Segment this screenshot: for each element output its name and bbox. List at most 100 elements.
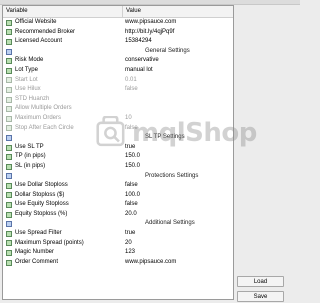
table-header: Variable Value — [3, 6, 233, 18]
section-separator-protections-settings[interactable]: Protections Settings — [3, 172, 233, 182]
parameter-label: Use Equity Stoploss — [15, 201, 69, 208]
param-row-std-huanzh[interactable]: STD Huanzh — [3, 95, 233, 105]
param-row-risk-mode[interactable]: Risk Mode conservative — [3, 56, 233, 66]
variable-cell: Use Spread Filter — [3, 229, 123, 239]
input-parameter-icon — [6, 106, 12, 113]
param-row-dollar-stoploss[interactable]: Dollar Stoploss ($) 100.0 — [3, 191, 233, 201]
column-header-variable[interactable]: Variable — [3, 6, 123, 17]
variable-cell: Lot Type — [3, 66, 123, 76]
variable-cell: Maximum Spread (points) — [3, 239, 123, 249]
column-header-value[interactable]: Value — [123, 6, 233, 17]
parameter-value[interactable]: manual lot — [123, 66, 233, 76]
save-button[interactable]: Save — [237, 291, 284, 302]
param-row-allow-multiple-orders[interactable]: Allow Multiple Orders — [3, 104, 233, 114]
parameter-label: SL (in pips) — [15, 162, 46, 169]
parameter-label: Use SL TP — [15, 143, 44, 150]
variable-cell: Official Website — [3, 18, 123, 28]
parameter-value[interactable]: 123 — [123, 248, 233, 258]
parameter-value[interactable]: false — [123, 200, 233, 210]
parameter-value[interactable] — [123, 104, 233, 114]
parameter-value[interactable]: true — [123, 143, 233, 153]
inputs-table: Variable Value Official Website www.pipsa… — [2, 5, 234, 300]
param-row-recommended-broker[interactable]: Recommended Broker http://bit.ly/4qjPq9f — [3, 28, 233, 38]
param-row-licensed-account[interactable]: Licensed Account 15384294 — [3, 37, 233, 47]
parameter-value[interactable]: 15384294 — [123, 37, 233, 47]
parameter-label: Licensed Account — [15, 38, 63, 45]
separator-icon — [6, 48, 12, 55]
param-row-official-website[interactable]: Official Website www.pipsauce.com — [3, 18, 233, 28]
parameter-value[interactable]: 20.0 — [123, 210, 233, 220]
variable-cell: Magic Number — [3, 248, 123, 258]
parameter-label: Risk Mode — [15, 57, 44, 64]
parameter-label: Dollar Stoploss ($) — [15, 191, 65, 198]
variable-cell: Licensed Account — [3, 37, 123, 47]
parameter-value[interactable] — [123, 95, 233, 105]
parameter-value[interactable]: false — [123, 181, 233, 191]
param-row-tp-in-pips[interactable]: TP (in pips) 150.0 — [3, 152, 233, 162]
parameter-value[interactable]: 0.01 — [123, 76, 233, 86]
input-parameter-icon — [6, 115, 12, 122]
input-parameter-icon — [6, 96, 12, 103]
input-parameter-icon — [6, 250, 12, 257]
separator-icon — [6, 134, 12, 141]
param-row-sl-in-pips[interactable]: SL (in pips) 150.0 — [3, 162, 233, 172]
parameter-value[interactable]: false — [123, 85, 233, 95]
input-parameter-icon — [6, 58, 12, 65]
variable-cell: Order Comment — [3, 258, 123, 268]
variable-cell: Use Dollar Stoploss — [3, 181, 123, 191]
variable-cell — [3, 219, 123, 229]
variable-cell: Start Lot — [3, 76, 123, 86]
input-parameter-icon — [6, 29, 12, 36]
input-parameter-icon — [6, 77, 12, 84]
param-row-magic-number[interactable]: Magic Number 123 — [3, 248, 233, 258]
parameter-label: Magic Number — [15, 249, 55, 256]
variable-cell: Risk Mode — [3, 56, 123, 66]
variable-cell: Stop After Each Circle — [3, 124, 123, 134]
param-row-use-equity-stoploss[interactable]: Use Equity Stoploss false — [3, 200, 233, 210]
param-row-use-spread-filter[interactable]: Use Spread Filter true — [3, 229, 233, 239]
section-separator-additional-settings[interactable]: Additional Settings — [3, 219, 233, 229]
input-parameter-icon — [6, 192, 12, 199]
parameter-value[interactable]: http://bit.ly/4qjPq9f — [123, 28, 233, 38]
parameter-value[interactable]: false — [123, 124, 233, 134]
input-parameter-icon — [6, 202, 12, 209]
parameter-value[interactable]: 150.0 — [123, 162, 233, 172]
parameter-label: STD Huanzh — [15, 95, 50, 102]
load-button[interactable]: Load — [237, 276, 284, 287]
variable-cell: Dollar Stoploss ($) — [3, 191, 123, 201]
separator-title: Additional Settings — [145, 220, 195, 227]
parameter-label: Stop After Each Circle — [15, 124, 74, 131]
input-parameter-icon — [6, 19, 12, 26]
param-row-maximum-spread-points[interactable]: Maximum Spread (points) 20 — [3, 239, 233, 249]
parameter-label: Allow Multiple Orders — [15, 105, 72, 112]
parameter-label: Order Comment — [15, 258, 59, 265]
param-row-stop-after-each-circle[interactable]: Stop After Each Circle false — [3, 124, 233, 134]
parameter-value[interactable]: 150.0 — [123, 152, 233, 162]
parameter-label: Official Website — [15, 19, 57, 25]
input-parameter-icon — [6, 230, 12, 237]
input-parameter-icon — [6, 163, 12, 170]
separator-icon — [6, 173, 12, 180]
param-row-use-hilux[interactable]: Use Hilux false — [3, 85, 233, 95]
parameter-label: TP (in pips) — [15, 153, 46, 160]
parameter-value[interactable]: www.pipsauce.com — [123, 18, 233, 28]
section-separator-sl-tp-settings[interactable]: SL TP Settings — [3, 133, 233, 143]
param-row-order-comment[interactable]: Order Comment www.pipsauce.com — [3, 258, 233, 268]
param-row-use-dollar-stoploss[interactable]: Use Dollar Stoploss false — [3, 181, 233, 191]
input-parameter-icon — [6, 154, 12, 161]
section-separator-general-settings[interactable]: General Settings — [3, 47, 233, 57]
param-row-start-lot[interactable]: Start Lot 0.01 — [3, 76, 233, 86]
parameter-label: Use Hilux — [15, 86, 41, 93]
parameter-value[interactable]: 10 — [123, 114, 233, 124]
param-row-lot-type[interactable]: Lot Type manual lot — [3, 66, 233, 76]
parameter-value[interactable]: 20 — [123, 239, 233, 249]
param-row-equity-stoploss[interactable]: Equity Stoploss (%) 20.0 — [3, 210, 233, 220]
param-row-use-sl-tp[interactable]: Use SL TP true — [3, 143, 233, 153]
parameter-value[interactable]: 100.0 — [123, 191, 233, 201]
variable-cell — [3, 47, 123, 57]
variable-cell: SL (in pips) — [3, 162, 123, 172]
parameter-value[interactable]: www.pipsauce.com — [123, 258, 233, 268]
param-row-maximum-orders[interactable]: Maximum Orders 10 — [3, 114, 233, 124]
parameter-value[interactable]: true — [123, 229, 233, 239]
parameter-value[interactable]: conservative — [123, 56, 233, 66]
